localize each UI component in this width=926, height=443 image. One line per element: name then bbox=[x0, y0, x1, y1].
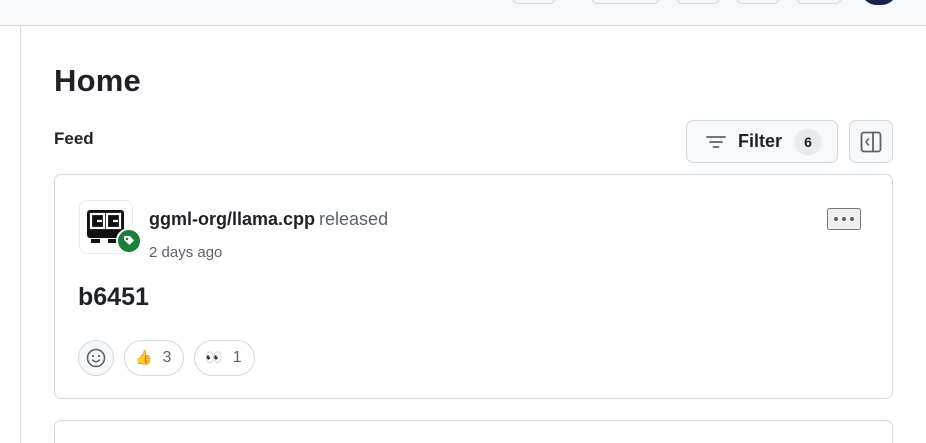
page-title: Home bbox=[54, 63, 141, 98]
sidebar-divider bbox=[20, 26, 21, 443]
kebab-dot-icon bbox=[842, 217, 846, 221]
feed-item-time: 2 days ago bbox=[149, 244, 223, 261]
sidebar-toggle-button[interactable] bbox=[849, 120, 893, 163]
feed-item bbox=[54, 420, 893, 443]
repo-link[interactable]: ggml-org/llama.cpp bbox=[149, 209, 315, 229]
header-button[interactable] bbox=[591, 0, 660, 4]
reaction-thumbs-up[interactable]: 👍 3 bbox=[124, 340, 185, 376]
header-button[interactable] bbox=[796, 0, 842, 4]
reaction-eyes[interactable]: 👀 1 bbox=[194, 340, 255, 376]
eyes-icon: 👀 bbox=[205, 350, 223, 366]
smiley-icon bbox=[86, 348, 106, 368]
add-reaction-button[interactable] bbox=[78, 340, 114, 376]
feed-item-headline: ggml-org/llama.cpp released bbox=[149, 209, 388, 230]
thumbs-up-icon: 👍 bbox=[135, 350, 153, 366]
header-button[interactable] bbox=[512, 0, 556, 4]
kebab-dot-icon bbox=[850, 217, 854, 221]
filter-button[interactable]: Filter 6 bbox=[686, 120, 838, 163]
reaction-count: 3 bbox=[162, 349, 172, 366]
user-avatar[interactable] bbox=[860, 0, 898, 5]
header-button[interactable] bbox=[736, 0, 780, 4]
release-tag-icon bbox=[116, 228, 142, 254]
filter-label: Filter bbox=[738, 131, 783, 151]
feed-item: ggml-org/llama.cpp released 2 days ago b6… bbox=[54, 174, 893, 399]
top-header bbox=[0, 0, 926, 26]
reaction-count: 1 bbox=[232, 349, 242, 366]
more-options-button[interactable] bbox=[827, 208, 861, 230]
feed-heading: Feed bbox=[54, 129, 94, 148]
filter-count-badge: 6 bbox=[794, 128, 823, 155]
filter-icon bbox=[706, 135, 726, 148]
sidebar-toggle-icon bbox=[860, 131, 882, 152]
feed-action-text: released bbox=[319, 209, 389, 229]
header-button[interactable] bbox=[676, 0, 720, 4]
release-title[interactable]: b6451 bbox=[78, 283, 149, 312]
kebab-dot-icon bbox=[834, 217, 838, 221]
reactions-bar: 👍 3 👀 1 bbox=[78, 340, 255, 376]
